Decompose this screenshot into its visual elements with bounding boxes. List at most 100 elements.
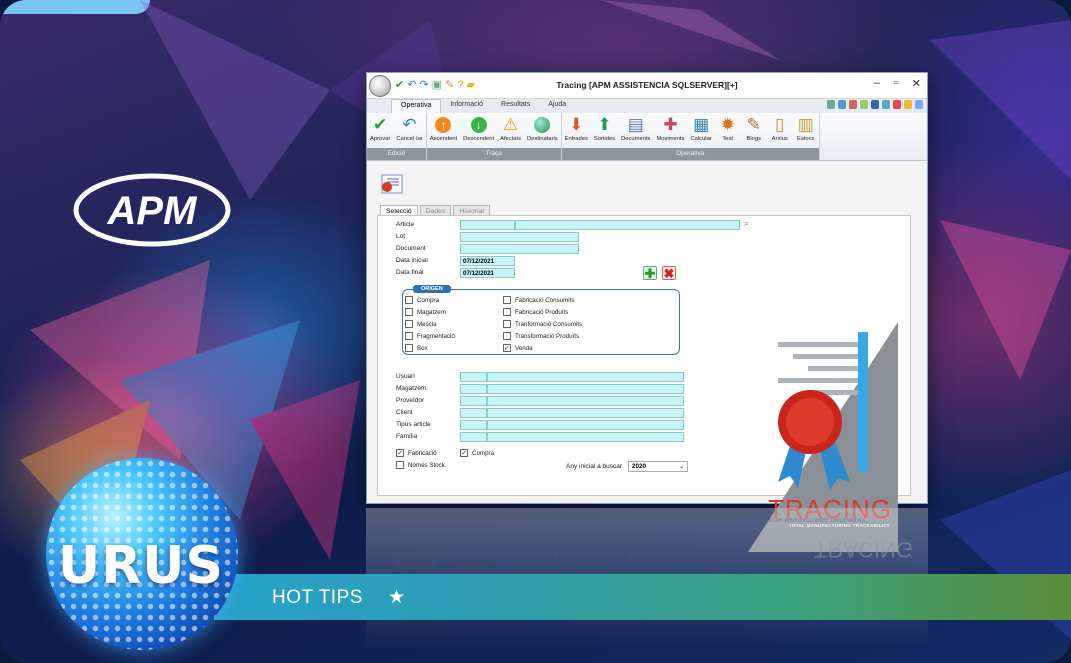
ribbon-tab-resultats[interactable]: Resultats	[492, 99, 539, 113]
sortides-label: Sortides	[593, 136, 616, 142]
tipus-article-name-input[interactable]	[487, 420, 684, 430]
undo-icon: ↶	[402, 115, 417, 134]
ribbon-tab-operativa[interactable]: Operativa	[391, 99, 442, 113]
lot-input[interactable]	[460, 232, 579, 242]
descendent-label: Descendent	[463, 136, 495, 142]
aprovar-label: Aprovar	[370, 136, 391, 142]
clear-filter-button[interactable]: ✖	[662, 266, 676, 281]
apm-logo: APM	[72, 170, 232, 250]
arxius-button[interactable]: ▯ Arxius	[767, 115, 793, 142]
aprovar-button[interactable]: ✔ Aprovar	[367, 115, 393, 142]
usuari-label: Usuari	[396, 373, 415, 380]
tray-icon[interactable]	[904, 100, 912, 109]
usuari-code-input[interactable]	[460, 372, 487, 382]
apm-logo-text: APM	[107, 189, 199, 233]
close-button[interactable]: ✕	[912, 77, 921, 90]
origen-fabricacio-consumits-checkbox[interactable]: Fabricació Consumits	[503, 296, 575, 304]
blogs-button[interactable]: ✎ Blogs	[741, 115, 767, 142]
reflection-text: Només Stock	[398, 550, 446, 559]
origen-mescla-checkbox[interactable]: Mescla	[405, 320, 437, 328]
article-code-input[interactable]	[460, 220, 515, 230]
hot-tips-text: HOT TIPS	[272, 587, 363, 608]
certificate-icon	[381, 174, 403, 194]
client-code-input[interactable]	[460, 408, 487, 418]
test-button[interactable]: ✹ Test	[715, 115, 741, 142]
files-icon: ▯	[775, 115, 785, 134]
origen-magatzem-checkbox[interactable]: Magatzem	[405, 308, 446, 316]
calcular-label: Calcular	[690, 136, 712, 142]
origen-box-checkbox[interactable]: Box	[405, 344, 428, 352]
estocs-button[interactable]: ▥ Estocs	[793, 115, 819, 142]
article-description-input[interactable]	[515, 220, 740, 230]
nomes-stock-checkbox[interactable]: Només Stock	[396, 461, 445, 469]
reflection-text: TOTAL MANUFACTURING TRACEABILITY	[768, 516, 866, 522]
reflection-text: 2020	[628, 550, 646, 559]
star-icon: ★	[388, 587, 406, 608]
magatzem-code-input[interactable]	[460, 384, 487, 394]
chevron-down-icon: ⌄	[678, 464, 684, 470]
cancelar-button[interactable]: ↶ Cancel·lar	[393, 115, 425, 142]
calcular-button[interactable]: ▦ Calcular	[687, 115, 714, 142]
moviments-icon: ✚	[663, 115, 678, 134]
usuari-name-input[interactable]	[487, 372, 684, 382]
data-inicial-input[interactable]: 07/12/2021	[460, 256, 515, 266]
magatzem-name-input[interactable]	[487, 384, 684, 394]
tray-icon[interactable]	[882, 100, 890, 109]
form-area: Selecció Dades Historial Article ⌕ Lot D…	[367, 161, 927, 552]
entrades-button[interactable]: ⬇ Entrades	[562, 115, 591, 142]
test-label: Test	[722, 136, 734, 142]
reflection-text: Any inicial a buscar	[554, 550, 623, 559]
sortides-icon: ⬆	[597, 115, 612, 134]
proveidor-name-input[interactable]	[487, 396, 684, 406]
descendent-button[interactable]: ↓ Descendent	[460, 115, 497, 142]
window-title: Tracing [APM ASSISTENCIA SQLSERVER][+]	[556, 80, 738, 90]
origen-tranformacio-consumits-checkbox[interactable]: Tranformació Consumits	[503, 320, 582, 328]
entrades-label: Entrades	[564, 136, 588, 142]
afectats-button[interactable]: ⚠ Afectats	[497, 115, 524, 142]
origen-compra-checkbox[interactable]: Compra	[405, 296, 439, 304]
tray-icon[interactable]	[838, 100, 846, 109]
any-inicial-select[interactable]: 2020 ⌄	[628, 461, 688, 472]
accept-filter-button[interactable]: ✚	[643, 266, 657, 281]
documents-button[interactable]: ▤ Documents	[618, 115, 653, 142]
blogs-label: Blogs	[746, 136, 761, 142]
tipus-article-code-input[interactable]	[460, 420, 487, 430]
sortides-button[interactable]: ⬆ Sortides	[591, 115, 618, 142]
moviments-button[interactable]: ✚ Moviments	[653, 115, 687, 142]
tray-icon[interactable]	[849, 100, 857, 109]
minimize-button[interactable]: –	[874, 77, 880, 90]
tray-icon[interactable]	[893, 100, 901, 109]
arrow-down-icon: ↓	[469, 115, 489, 135]
origen-fabricacio-produits-checkbox[interactable]: Fabricació Produïts	[503, 308, 568, 316]
tray-icon[interactable]	[915, 100, 923, 109]
search-icon[interactable]: ⌕	[744, 218, 749, 229]
origen-venda-checkbox[interactable]: ✓ Venda	[503, 344, 533, 352]
stock-icon: ▥	[797, 115, 814, 134]
afectats-label: Afectats	[500, 136, 522, 142]
maximize-button[interactable]: ▫	[894, 77, 898, 90]
data-final-input[interactable]: 07/12/2021	[460, 268, 515, 278]
origen-fragmentacio-checkbox[interactable]: Fragmentació	[405, 332, 455, 340]
compra-checkbox[interactable]: ✓ Compra	[460, 449, 494, 457]
tray-icon[interactable]	[871, 100, 879, 109]
ribbon-tab-ajuda[interactable]: Ajuda	[539, 99, 575, 113]
ribbon-tab-informacio[interactable]: Informació	[441, 99, 492, 113]
origen-transformacio-produits-checkbox[interactable]: Transformació Produïts	[503, 332, 579, 340]
destinataris-button[interactable]: Destinataris	[524, 115, 561, 142]
document-input[interactable]	[460, 244, 579, 254]
fabricacio-checkbox[interactable]: ✓ Fabricació	[396, 449, 437, 457]
entrades-icon: ⬇	[569, 115, 584, 134]
blogs-icon: ✎	[746, 115, 761, 134]
ribbon-group-traca: ↑ Ascendent ↓ Descendent ⚠ Afectats Dest…	[426, 113, 562, 160]
tray-icon[interactable]	[827, 100, 835, 109]
ribbon-group-operativa: ⬇ Entrades ⬆ Sortides ▤ Documents ✚ Movi…	[561, 113, 820, 160]
proveidor-code-input[interactable]	[460, 396, 487, 406]
title-bar: ✔ ↶ ↷ ▣ ✎ ? ▰ Tracing [APM ASSISTENCIA S…	[367, 73, 927, 99]
ascendent-button[interactable]: ↑ Ascendent	[427, 115, 460, 142]
group-name-traca: Traça	[426, 148, 561, 160]
client-name-input[interactable]	[487, 408, 684, 418]
familia-code-input[interactable]	[460, 432, 487, 442]
familia-name-input[interactable]	[487, 432, 684, 442]
tray-icon[interactable]	[860, 100, 868, 109]
seleccio-panel: Article ⌕ Lot Document Data inicial 07/1…	[377, 215, 911, 552]
